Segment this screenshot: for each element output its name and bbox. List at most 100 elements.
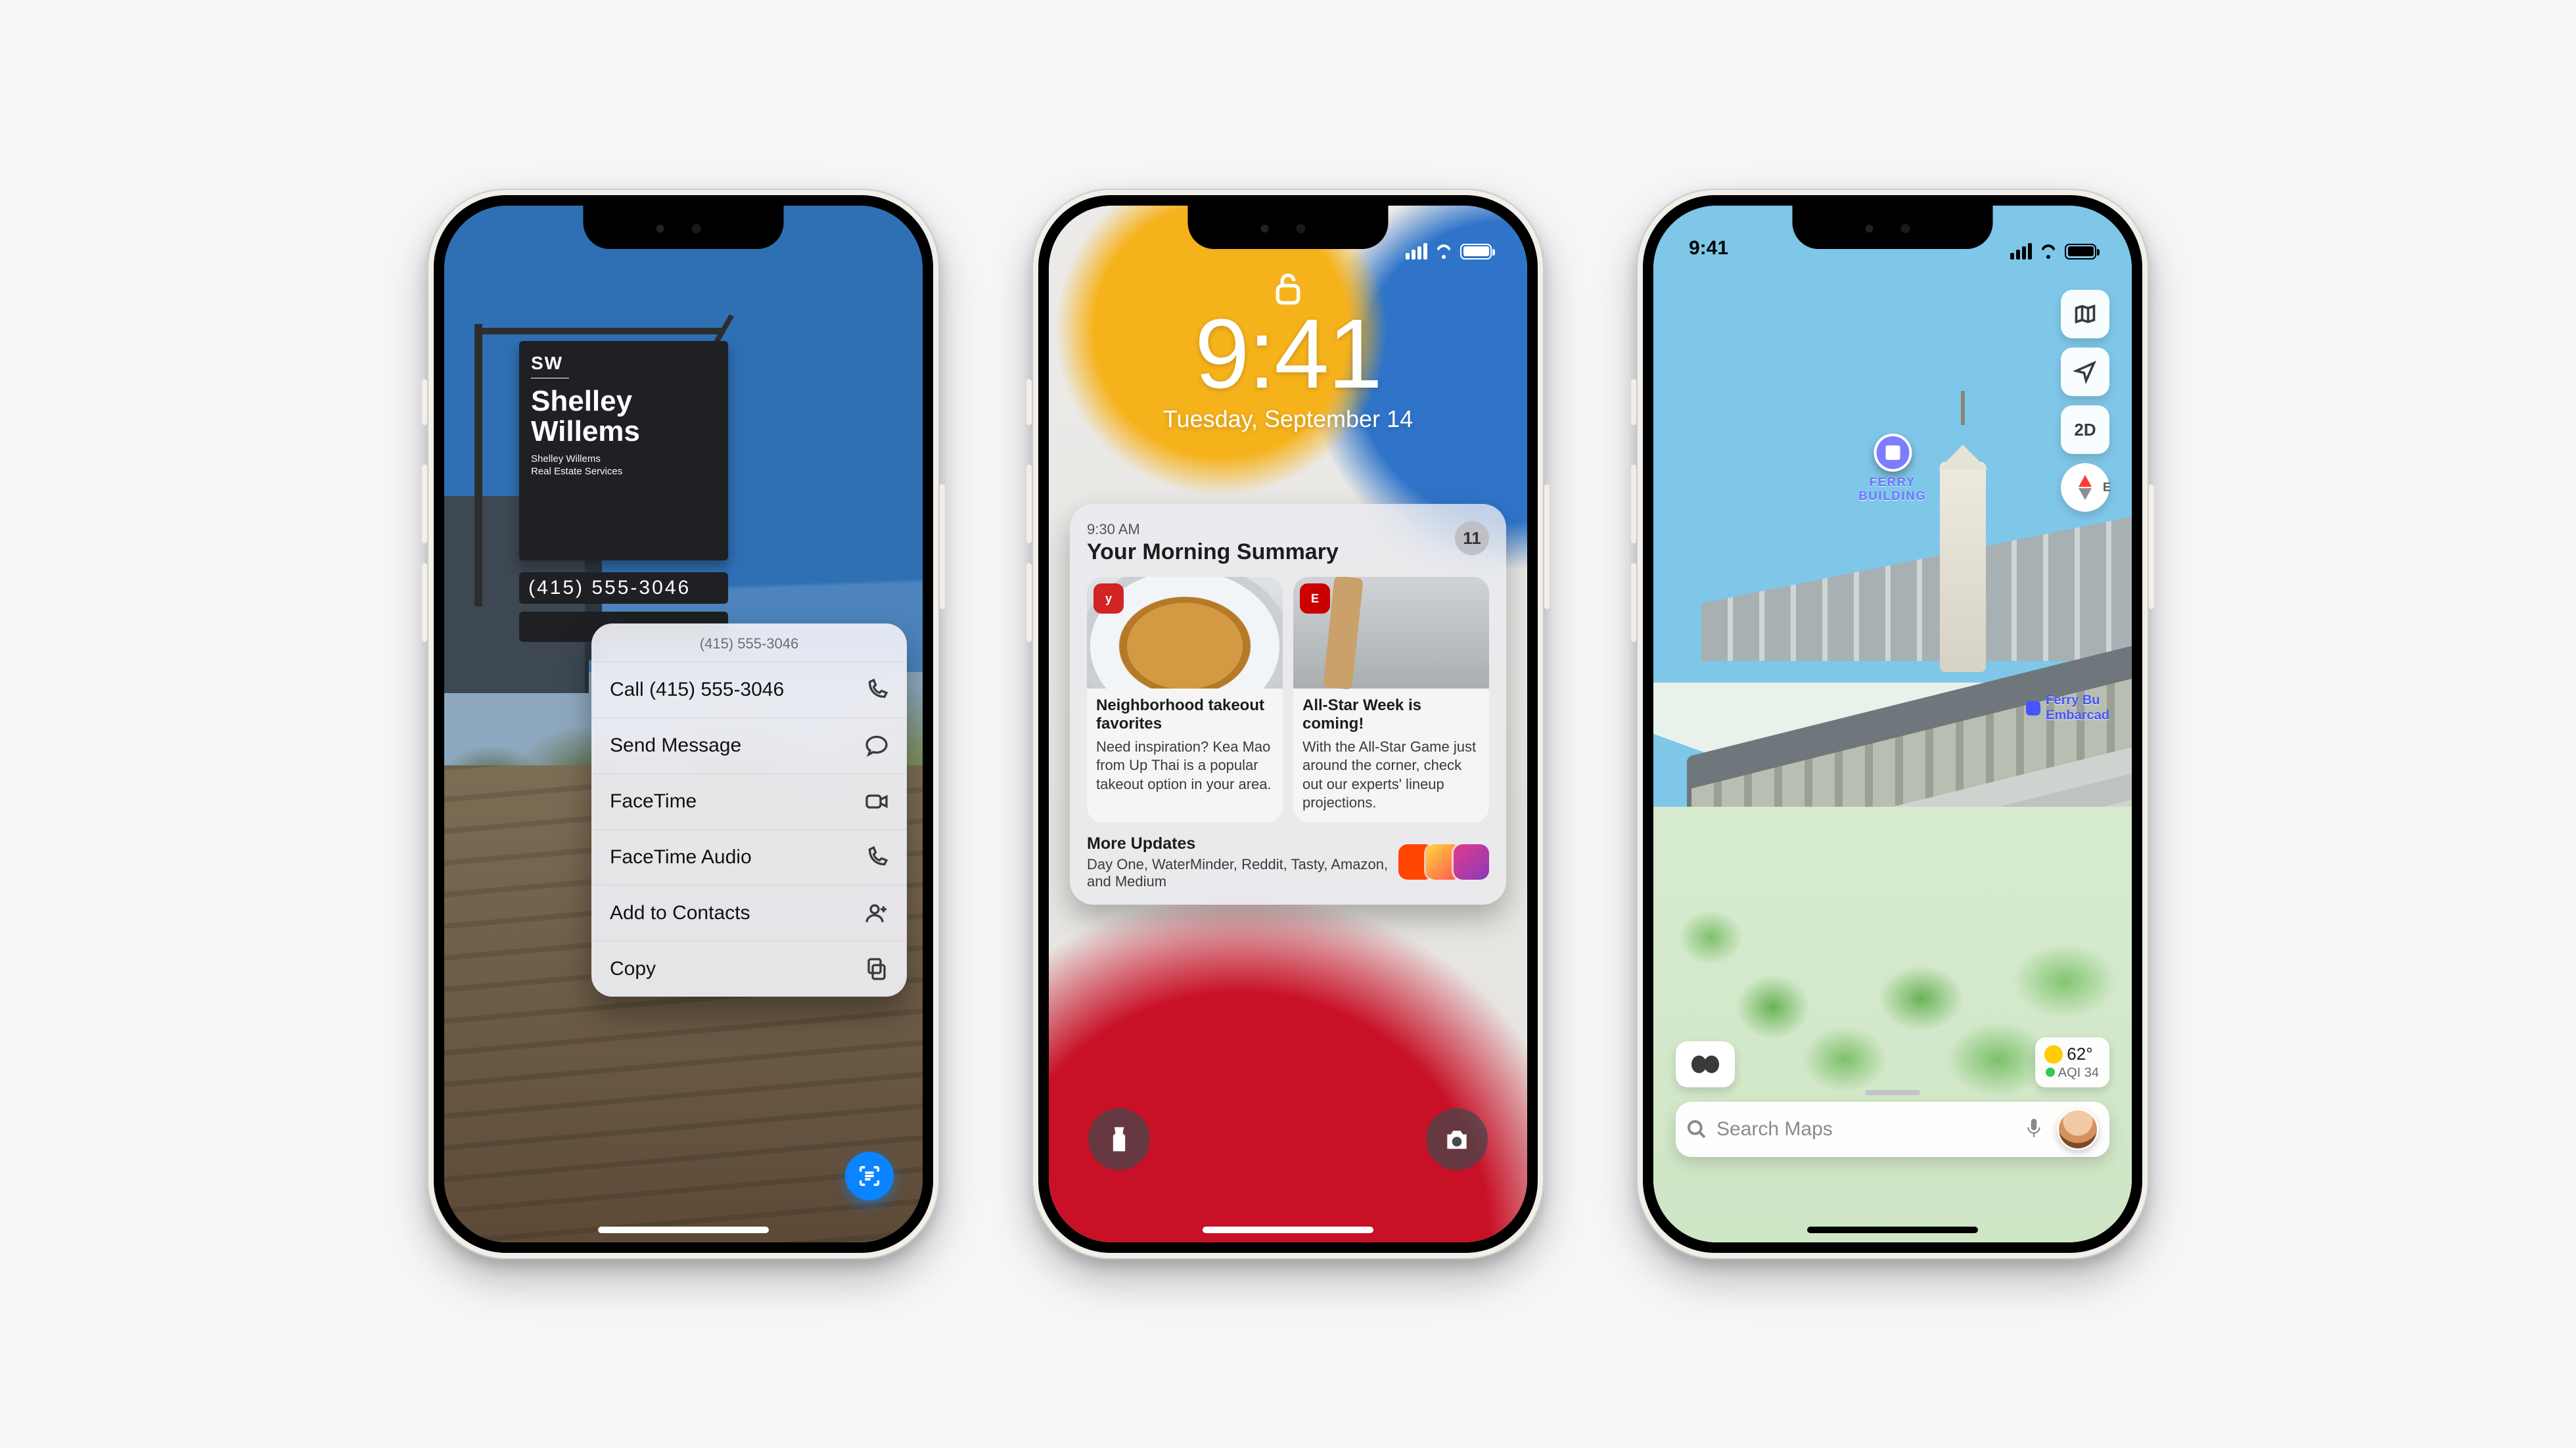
cellular-icon (1406, 243, 1427, 260)
mute-switch[interactable] (1026, 379, 1032, 425)
home-indicator[interactable] (598, 1227, 769, 1233)
mute-switch[interactable] (1631, 379, 1636, 425)
weather-aqi-pill[interactable]: 62° AQI 34 (2035, 1037, 2109, 1087)
menu-item-copy[interactable]: Copy (591, 941, 907, 997)
aqi-label: AQI 34 (2058, 1066, 2099, 1080)
volume-up-button[interactable] (422, 464, 427, 543)
flashlight-button[interactable] (1088, 1108, 1150, 1170)
volume-down-button[interactable] (1631, 563, 1636, 642)
battery-icon (2065, 244, 2096, 260)
menu-item-facetime[interactable]: FaceTime (591, 774, 907, 830)
copy-icon (865, 957, 888, 981)
wifi-icon (1434, 244, 1454, 259)
home-indicator[interactable] (1807, 1227, 1978, 1233)
volume-up-button[interactable] (1026, 464, 1032, 543)
more-body: Day One, WaterMinder, Reddit, Tasty, Ama… (1087, 856, 1406, 890)
side-button[interactable] (940, 484, 945, 609)
menu-item-label: Add to Contacts (610, 902, 750, 924)
battery-icon (1460, 244, 1492, 260)
iphone-maps: 9:41 FERRY BUILDING Ferry Bu Embarcad (1636, 189, 2149, 1259)
sign-sub-line1: Shelley Willems (531, 453, 601, 464)
summary-card-yelp[interactable]: y Neighborhood takeout favorites Need in… (1087, 577, 1283, 823)
transit-icon (2026, 701, 2040, 715)
poi-pin-icon (1874, 434, 1912, 472)
menu-item-add-contact[interactable]: Add to Contacts (591, 886, 907, 941)
sign-arm (474, 328, 724, 334)
context-menu: (415) 555-3046 Call (415) 555-3046 Send … (591, 623, 907, 997)
app-icon (1454, 844, 1489, 880)
map-mode-button[interactable] (2061, 290, 2109, 338)
view-2d-button[interactable]: 2D (2061, 405, 2109, 454)
real-estate-sign: SW Shelley Willems Shelley Willems Real … (519, 341, 728, 560)
poi-label-line1: FERRY (1870, 476, 1916, 489)
mute-switch[interactable] (422, 379, 427, 425)
card-headline: All-Star Week is coming! (1302, 696, 1480, 733)
menu-item-facetime-audio[interactable]: FaceTime Audio (591, 830, 907, 886)
phone-icon (865, 846, 888, 869)
status-time: 9:41 (1689, 237, 1728, 260)
menu-item-label: Call (415) 555-3046 (610, 679, 784, 701)
video-icon (865, 790, 888, 813)
clock-date: Tuesday, September 14 (1049, 405, 1527, 433)
menu-item-label: FaceTime (610, 790, 697, 813)
aqi-dot-icon (2046, 1068, 2055, 1077)
look-around-button[interactable] (1676, 1041, 1735, 1087)
sign-post (474, 324, 482, 606)
summary-title: Your Morning Summary (1087, 539, 1339, 565)
profile-avatar[interactable] (2057, 1108, 2099, 1150)
sign-phone-number[interactable]: (415) 555-3046 (519, 572, 728, 604)
summary-count-badge: 11 (1455, 521, 1489, 555)
transit-line2: Embarcad (2046, 708, 2109, 723)
search-placeholder: Search Maps (1716, 1118, 2016, 1141)
notch (1793, 206, 1993, 249)
volume-down-button[interactable] (422, 563, 427, 642)
sign-logo: SW (531, 353, 569, 378)
lockscreen-clock: 9:41 Tuesday, September 14 (1049, 304, 1527, 433)
transit-label[interactable]: Ferry Bu Embarcad (2026, 693, 2109, 723)
compass-direction: E (2103, 481, 2111, 495)
card-body: With the All-Star Game just around the c… (1302, 738, 1480, 812)
volume-up-button[interactable] (1631, 464, 1636, 543)
menu-item-message[interactable]: Send Message (591, 718, 907, 774)
camera-button[interactable] (1426, 1108, 1488, 1170)
maps-search-bar[interactable]: Search Maps (1676, 1102, 2109, 1157)
card-image: E (1293, 577, 1489, 689)
yelp-icon: y (1093, 583, 1124, 614)
sun-icon (2046, 1047, 2061, 1062)
side-button[interactable] (1544, 484, 1550, 609)
compass-button[interactable]: E (2061, 463, 2109, 512)
menu-item-label: Send Message (610, 735, 741, 757)
home-indicator[interactable] (1203, 1227, 1373, 1233)
sign-name-line2: Willems (531, 415, 640, 447)
poi-ferry-building[interactable]: FERRY BUILDING (1859, 434, 1927, 503)
card-body: Need inspiration? Kea Mao from Up Thai i… (1096, 738, 1274, 793)
poi-label-line2: BUILDING (1859, 489, 1927, 503)
dictation-icon[interactable] (2025, 1117, 2042, 1143)
app-icon-stack (1406, 844, 1489, 880)
notch (1188, 206, 1389, 249)
notch (584, 206, 784, 249)
menu-item-call[interactable]: Call (415) 555-3046 (591, 662, 907, 718)
locate-me-button[interactable] (2061, 348, 2109, 396)
notification-summary[interactable]: 9:30 AM Your Morning Summary 11 y Neighb… (1070, 504, 1506, 905)
summary-timestamp: 9:30 AM (1087, 521, 1339, 538)
sign-name-line1: Shelley (531, 385, 632, 417)
cellular-icon (2010, 243, 2032, 260)
map-controls: 2D E (2061, 290, 2109, 512)
live-text-button[interactable] (845, 1152, 894, 1200)
transit-line1: Ferry Bu (2046, 693, 2100, 708)
iphone-lockscreen: 9:41 Tuesday, September 14 9:30 AM Your … (1032, 189, 1544, 1259)
context-menu-header: (415) 555-3046 (591, 623, 907, 662)
espn-icon: E (1300, 583, 1330, 614)
sheet-grabber[interactable] (1865, 1090, 1920, 1095)
summary-more-updates[interactable]: More Updates Day One, WaterMinder, Reddi… (1087, 834, 1489, 890)
weather-temp: 62° (2067, 1044, 2092, 1064)
message-icon (865, 734, 888, 758)
volume-down-button[interactable] (1026, 563, 1032, 642)
view-mode-label: 2D (2074, 420, 2096, 440)
clock-time: 9:41 (1049, 304, 1527, 403)
wifi-icon (2038, 244, 2058, 259)
summary-card-espn[interactable]: E All-Star Week is coming! With the All-… (1293, 577, 1489, 823)
side-button[interactable] (2149, 484, 2154, 609)
more-title: More Updates (1087, 834, 1406, 853)
